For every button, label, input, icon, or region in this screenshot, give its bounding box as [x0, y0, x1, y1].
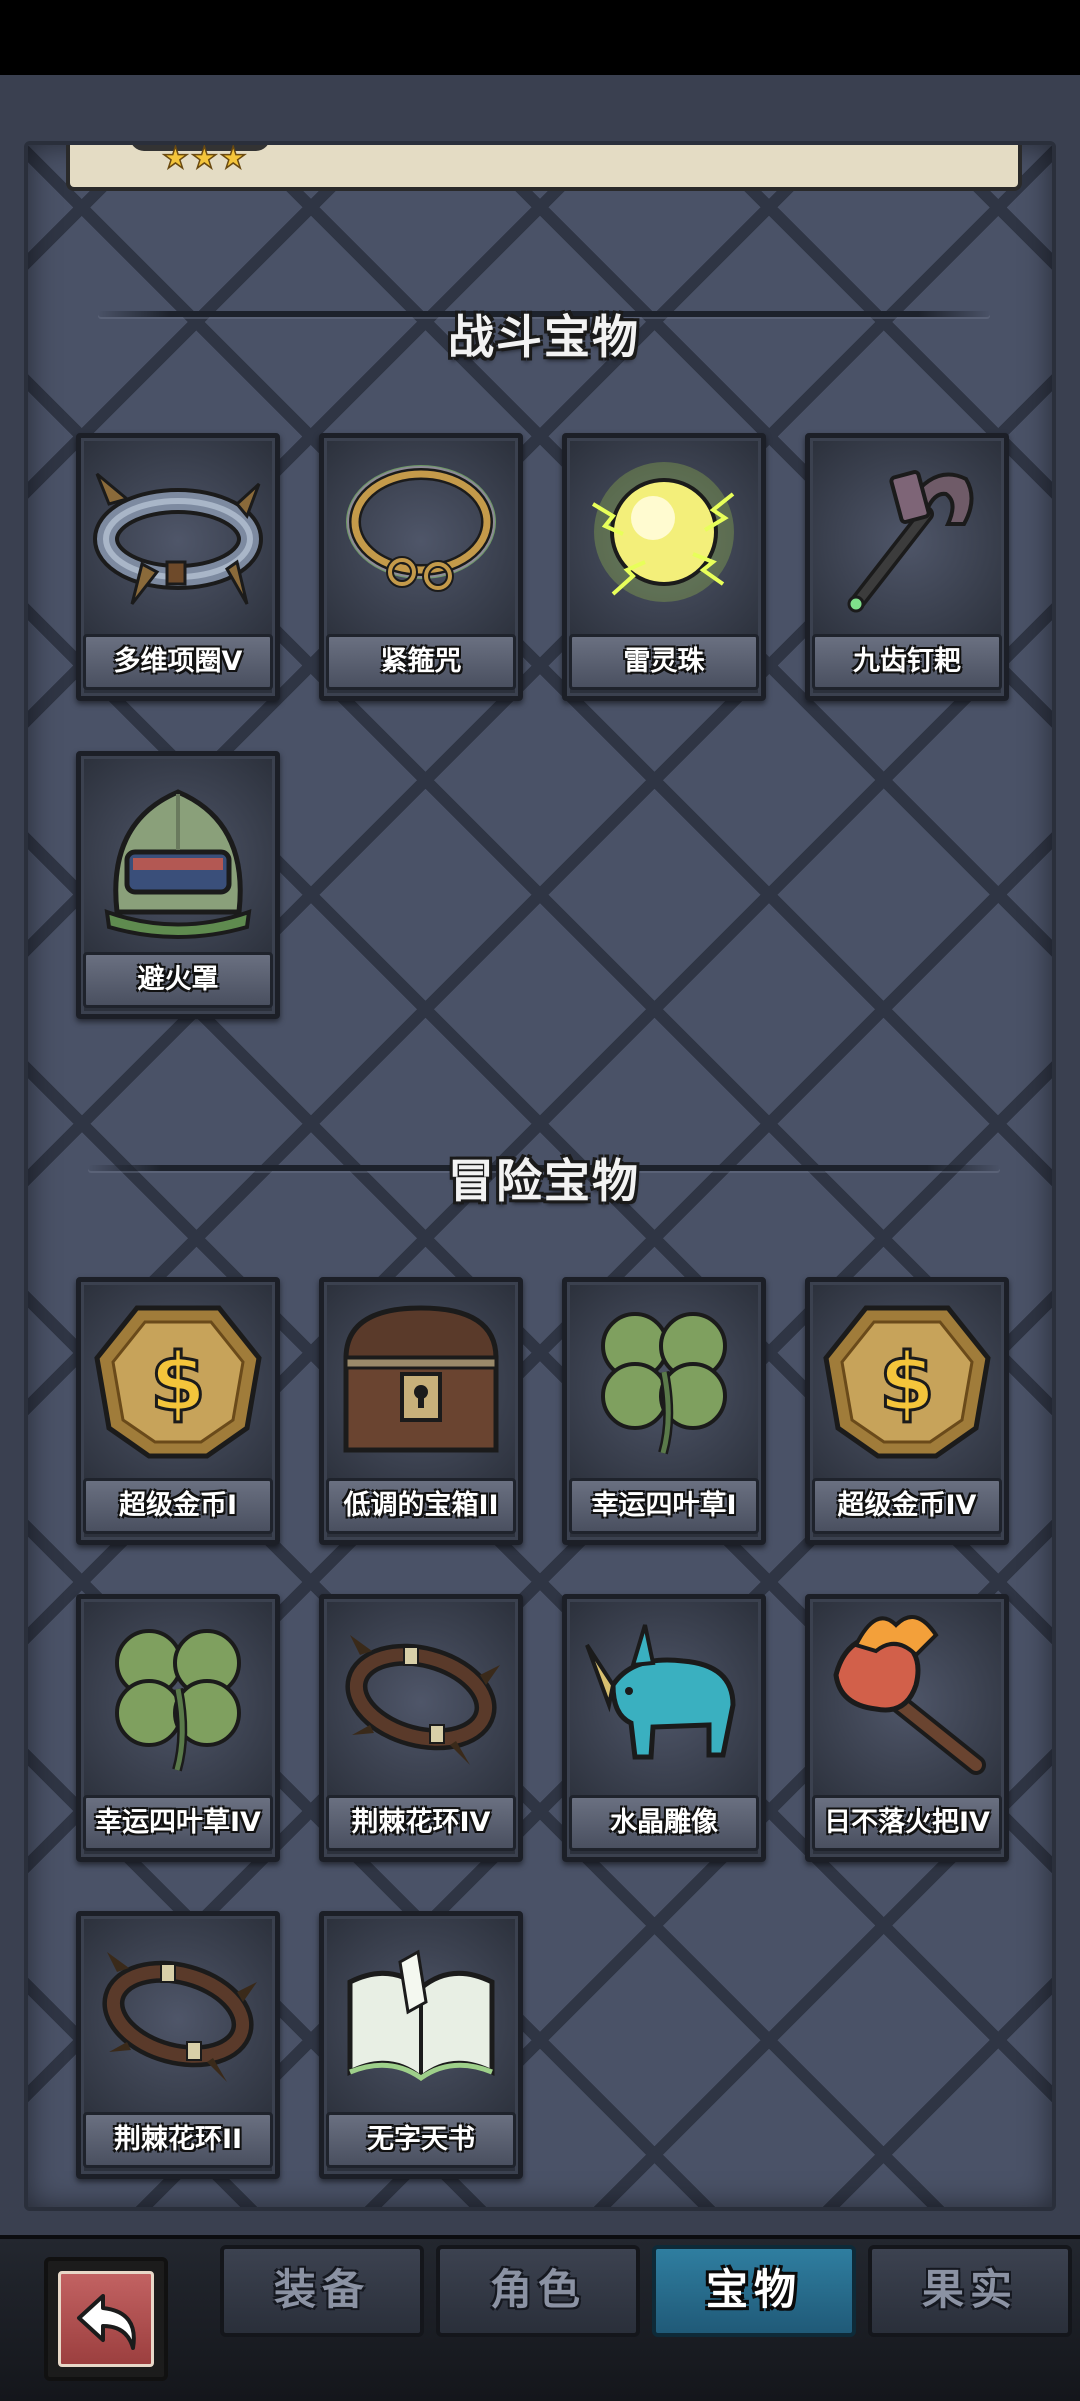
character-card-bottom[interactable]: ★★★: [66, 141, 1022, 191]
treasure-item-label: 雷灵珠: [569, 634, 759, 690]
four-leaf-clover-icon: [601, 1312, 727, 1455]
treasure-item[interactable]: 避火罩: [76, 751, 280, 1019]
thorn-wreath-icon: [102, 1952, 257, 2082]
treasure-item[interactable]: 雷灵珠: [562, 433, 766, 701]
treasure-item-label: 荆棘花环IV: [326, 1795, 516, 1851]
treasure-item-label: 幸运四叶草I: [569, 1478, 759, 1534]
treasure-item[interactable]: 九齿钉耙: [805, 433, 1009, 701]
treasure-item[interactable]: 幸运四叶草IV: [76, 1594, 280, 1862]
tab-character[interactable]: 角色: [436, 2245, 640, 2337]
treasure-item-label: 多维项圈V: [83, 634, 273, 690]
treasure-item[interactable]: 紧箍咒: [319, 433, 523, 701]
treasure-grid-panel[interactable]: ★★★ 战斗宝物 多维项圈V 紧箍咒 雷灵珠 九齿钉耙 避火罩 冒险宝物 $ 超…: [24, 141, 1056, 2211]
four-leaf-clover-icon: [115, 1629, 241, 1772]
tab-equipment[interactable]: 装备: [220, 2245, 424, 2337]
treasure-item[interactable]: $ 超级金币IV: [805, 1277, 1009, 1545]
adventure-section-title: 冒险宝物: [448, 1154, 640, 1208]
star-rating: ★★★: [161, 141, 249, 177]
torch-icon: [833, 1615, 986, 1775]
treasure-item-label: 九齿钉耙: [812, 634, 1002, 690]
thunder-orb-icon: [591, 462, 735, 602]
treasure-item[interactable]: 低调的宝箱II: [319, 1277, 523, 1545]
gold-coin-icon: $: [823, 1305, 991, 1459]
treasure-item-label: 超级金币IV: [812, 1478, 1002, 1534]
treasure-item[interactable]: 荆棘花环IV: [319, 1594, 523, 1862]
bottom-nav-bar: 装备 角色 宝物 果实: [0, 2235, 1080, 2401]
treasure-item[interactable]: 无字天书: [319, 1911, 523, 2179]
fire-helmet-icon: [104, 789, 252, 939]
nine-tooth-rake-icon: [847, 470, 974, 613]
treasure-item-label: 水晶雕像: [569, 1795, 759, 1851]
treasure-item[interactable]: 水晶雕像: [562, 1594, 766, 1862]
treasure-item[interactable]: 多维项圈V: [76, 433, 280, 701]
back-arrow-icon: [77, 2294, 136, 2350]
treasure-item[interactable]: $ 超级金币I: [76, 1277, 280, 1545]
treasure-panel: ★★★ 战斗宝物 多维项圈V 紧箍咒 雷灵珠 九齿钉耙 避火罩 冒险宝物 $ 超…: [0, 75, 1080, 2235]
thorn-wreath-icon: [345, 1635, 500, 1765]
treasure-item[interactable]: 幸运四叶草I: [562, 1277, 766, 1545]
battle-section-title: 战斗宝物: [448, 310, 640, 364]
treasure-chest-icon: [343, 1305, 499, 1453]
spiked-collar-icon: [93, 472, 263, 605]
tab-fruit[interactable]: 果实: [868, 2245, 1072, 2337]
svg-text:$: $: [879, 1336, 935, 1429]
back-button[interactable]: [44, 2257, 168, 2381]
golden-headband-icon: [346, 465, 496, 592]
treasure-item-label: 超级金币I: [83, 1478, 273, 1534]
treasure-item-label: 日不落火把IV: [812, 1795, 1002, 1851]
blank-book-icon: [347, 1949, 495, 2082]
treasure-item-label: 荆棘花环II: [83, 2112, 273, 2168]
gold-coin-icon: $: [94, 1305, 262, 1459]
treasure-item[interactable]: 日不落火把IV: [805, 1594, 1009, 1862]
treasure-item-label: 避火罩: [83, 952, 273, 1008]
treasure-item-label: 幸运四叶草IV: [83, 1795, 273, 1851]
treasure-item-label: 无字天书: [326, 2112, 516, 2168]
treasure-item-label: 低调的宝箱II: [326, 1478, 516, 1534]
tab-treasure[interactable]: 宝物: [652, 2245, 856, 2337]
treasure-item-label: 紧箍咒: [326, 634, 516, 690]
svg-text:$: $: [150, 1336, 206, 1429]
treasure-item[interactable]: 荆棘花环II: [76, 1911, 280, 2179]
status-bar: [0, 0, 1080, 75]
crystal-statue-icon: [585, 1624, 736, 1760]
